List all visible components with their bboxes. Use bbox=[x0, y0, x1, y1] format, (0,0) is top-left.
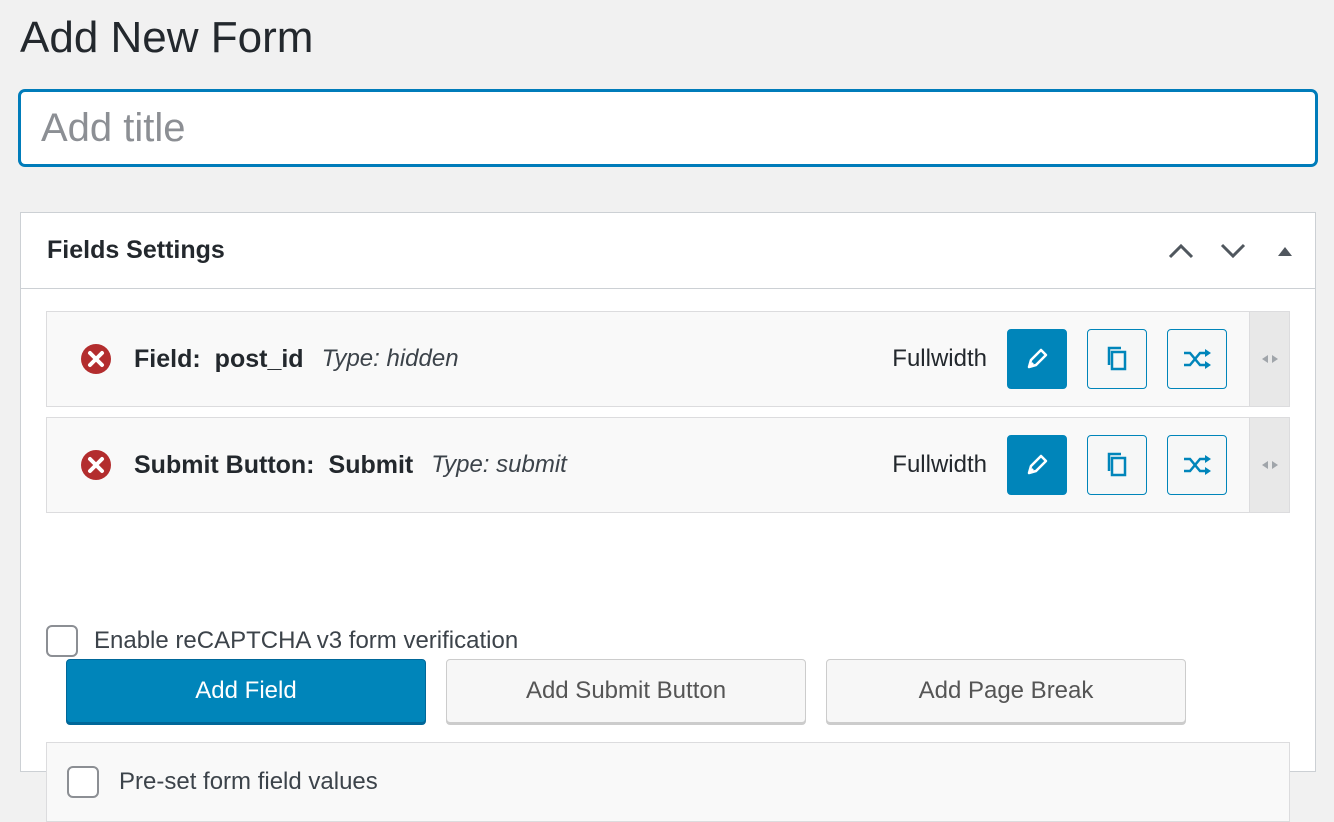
resize-arrows-icon bbox=[1261, 355, 1278, 363]
delete-field-button[interactable] bbox=[80, 343, 112, 375]
pencil-icon bbox=[1027, 348, 1048, 369]
field-row: Field: post_id Type: hidden Fullwidth bbox=[46, 311, 1290, 407]
triangle-up-icon bbox=[1278, 246, 1292, 256]
recaptcha-option[interactable]: Enable reCAPTCHA v3 form verification bbox=[46, 625, 518, 657]
edit-field-button[interactable] bbox=[1007, 329, 1067, 389]
field-label: Field: bbox=[134, 344, 201, 373]
field-label: Submit Button: bbox=[134, 450, 315, 479]
fields-settings-panel: Fields Settings Field: post_id Type: hid… bbox=[20, 212, 1316, 822]
panel-header: Fields Settings bbox=[21, 213, 1315, 289]
resize-arrows-icon bbox=[1261, 461, 1278, 469]
recaptcha-checkbox[interactable] bbox=[46, 625, 78, 657]
shuffle-icon bbox=[1184, 455, 1211, 475]
shuffle-icon bbox=[1184, 349, 1211, 369]
delete-icon bbox=[81, 450, 111, 480]
field-type: Type: submit bbox=[431, 451, 567, 478]
preset-values-option[interactable]: Pre-set form field values bbox=[46, 742, 1290, 822]
drag-handle[interactable] bbox=[1249, 312, 1289, 406]
edit-field-button[interactable] bbox=[1007, 435, 1067, 495]
move-down-button[interactable] bbox=[1207, 225, 1259, 277]
shuffle-field-button[interactable] bbox=[1167, 435, 1227, 495]
field-name: Submit bbox=[328, 450, 414, 479]
drag-handle[interactable] bbox=[1249, 418, 1289, 512]
chevron-down-icon bbox=[1220, 243, 1246, 258]
duplicate-field-button[interactable] bbox=[1087, 329, 1147, 389]
title-input[interactable] bbox=[19, 90, 1317, 166]
preset-values-label: Pre-set form field values bbox=[119, 768, 378, 795]
copy-icon bbox=[1107, 346, 1127, 371]
duplicate-field-button[interactable] bbox=[1087, 435, 1147, 495]
toggle-panel-button[interactable] bbox=[1259, 225, 1311, 277]
add-page-break-button[interactable]: Add Page Break bbox=[826, 659, 1186, 723]
add-submit-button[interactable]: Add Submit Button bbox=[446, 659, 806, 723]
shuffle-field-button[interactable] bbox=[1167, 329, 1227, 389]
field-type: Type: hidden bbox=[321, 345, 459, 372]
field-name: post_id bbox=[214, 344, 304, 373]
add-field-button[interactable]: Add Field bbox=[66, 659, 426, 723]
page-title: Add New Form bbox=[20, 13, 314, 62]
copy-icon bbox=[1107, 452, 1127, 477]
panel-title: Fields Settings bbox=[47, 236, 225, 264]
preset-values-checkbox[interactable] bbox=[67, 766, 99, 798]
field-width-label: Fullwidth bbox=[892, 345, 987, 372]
field-row: Submit Button: Submit Type: submit Fullw… bbox=[46, 417, 1290, 513]
delete-icon bbox=[81, 344, 111, 374]
chevron-up-icon bbox=[1168, 243, 1194, 258]
recaptcha-label: Enable reCAPTCHA v3 form verification bbox=[94, 627, 519, 654]
pencil-icon bbox=[1027, 454, 1048, 475]
delete-field-button[interactable] bbox=[80, 449, 112, 481]
move-up-button[interactable] bbox=[1155, 225, 1207, 277]
field-width-label: Fullwidth bbox=[892, 451, 987, 478]
